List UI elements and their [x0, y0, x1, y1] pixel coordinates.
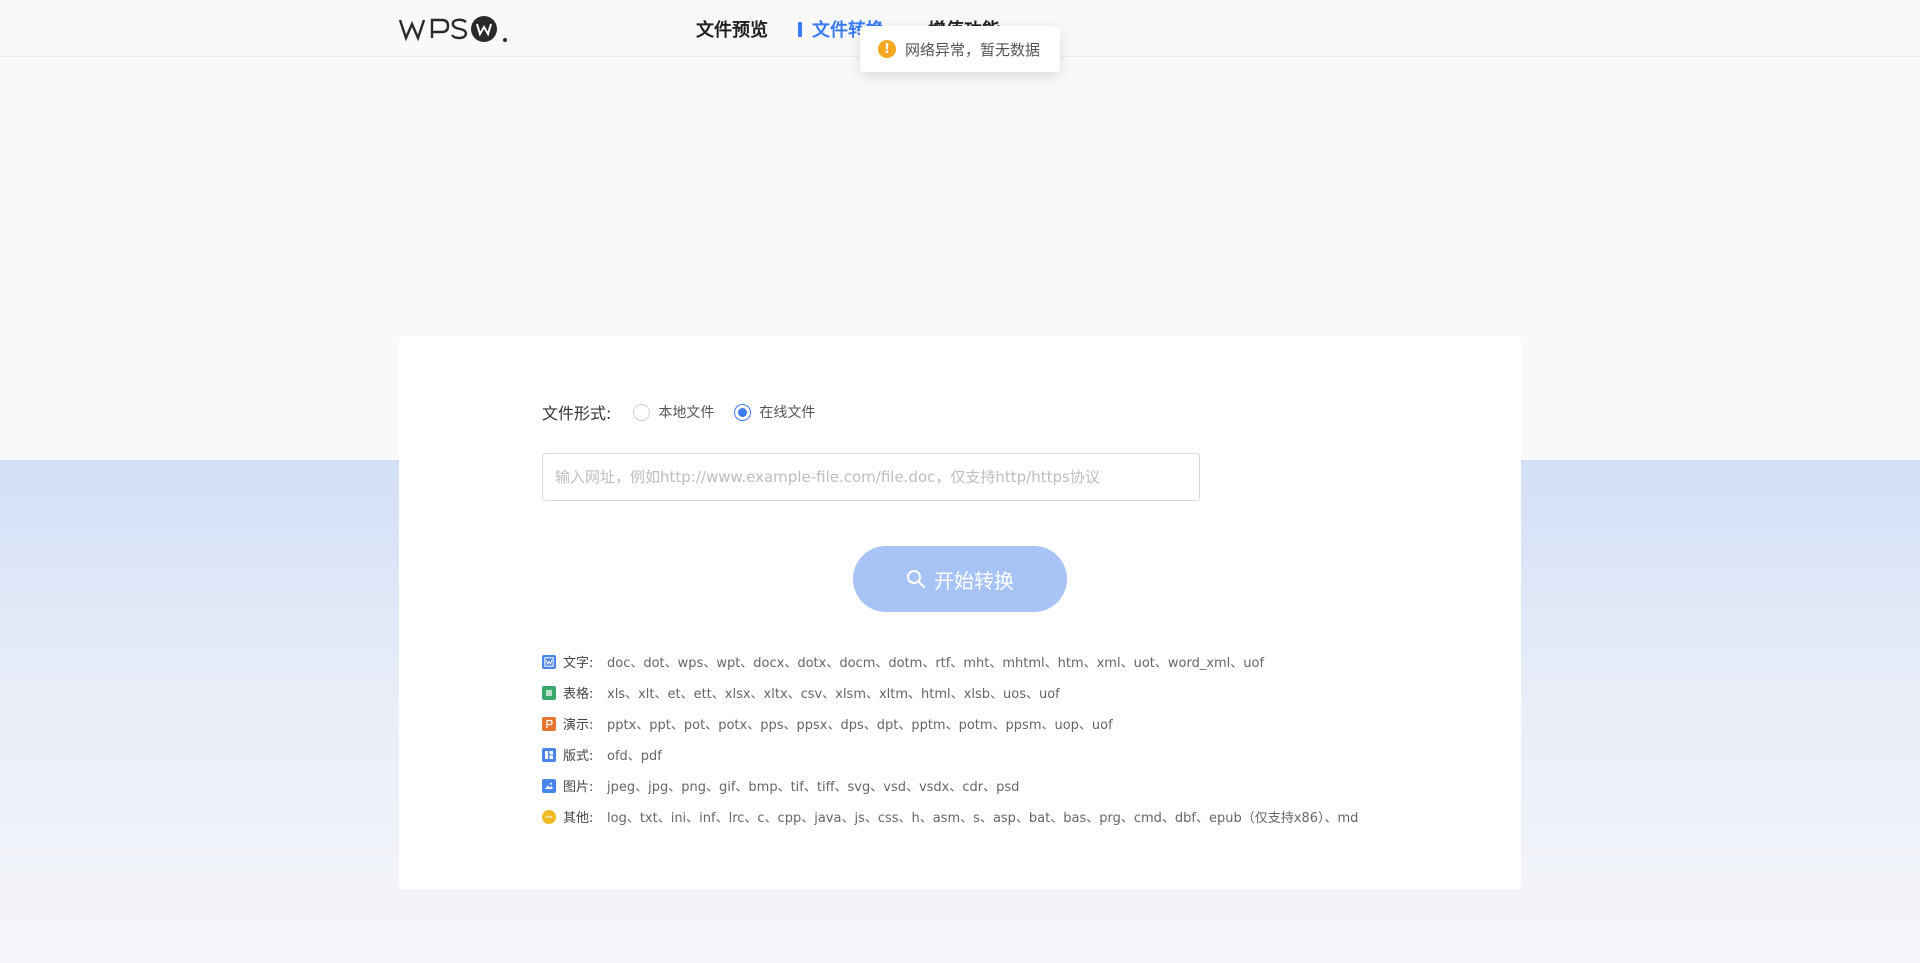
format-list: xls、xlt、et、ett、xlsx、xltx、csv、xlsm、xltm、h…	[607, 687, 1060, 702]
radio-online-circle[interactable]	[734, 403, 752, 421]
toast-message: 网络异常，暂无数据	[905, 40, 1041, 59]
nav-file-preview[interactable]: 文件预览	[696, 16, 768, 42]
format-row-layout: 版式: ofd、pdf	[542, 739, 1358, 770]
format-row-text: 文字: doc、dot、wps、wpt、docx、dotx、docm、dotm、…	[542, 646, 1358, 677]
format-label: 其他:	[563, 811, 594, 826]
format-list: ofd、pdf	[607, 749, 662, 764]
search-icon	[907, 570, 926, 589]
layout-icon	[542, 747, 556, 762]
start-convert-button[interactable]: 开始转换	[853, 546, 1067, 612]
file-form-row: 文件形式: 本地文件 在线文件	[542, 400, 835, 424]
radio-local-file[interactable]: 本地文件	[633, 402, 714, 422]
sheet-icon	[542, 685, 556, 700]
convert-card: 文件形式: 本地文件 在线文件 开始转换 文字: doc、dot、wps、wpt…	[399, 336, 1521, 889]
image-icon	[542, 778, 556, 793]
format-label: 版式:	[563, 749, 594, 764]
radio-local-label: 本地文件	[658, 405, 715, 421]
url-input[interactable]	[542, 453, 1200, 501]
network-error-toast: ! 网络异常，暂无数据	[860, 26, 1060, 72]
format-list: doc、dot、wps、wpt、docx、dotx、docm、dotm、rtf、…	[607, 656, 1265, 671]
word-icon	[542, 654, 556, 669]
format-label: 表格:	[563, 687, 594, 702]
slides-icon	[542, 716, 556, 731]
wps-logo[interactable]	[398, 12, 510, 46]
other-icon	[542, 809, 556, 824]
format-row-image: 图片: jpeg、jpg、png、gif、bmp、tif、tiff、svg、vs…	[542, 770, 1358, 801]
radio-online-label: 在线文件	[759, 405, 816, 421]
format-list: log、txt、ini、inf、lrc、c、cpp、java、js、css、h、…	[607, 811, 1359, 826]
format-row-other: 其他: log、txt、ini、inf、lrc、c、cpp、java、js、cs…	[542, 801, 1358, 832]
format-label: 文字:	[563, 656, 594, 671]
supported-formats: 文字: doc、dot、wps、wpt、docx、dotx、docm、dotm、…	[542, 646, 1358, 832]
format-list: jpeg、jpg、png、gif、bmp、tif、tiff、svg、vsd、vs…	[607, 780, 1020, 795]
warning-icon: !	[878, 40, 896, 58]
format-label: 图片:	[563, 780, 594, 795]
radio-local-circle[interactable]	[633, 403, 651, 421]
radio-online-file[interactable]: 在线文件	[734, 402, 815, 422]
format-list: pptx、ppt、pot、potx、pps、ppsx、dps、dpt、pptm、…	[607, 718, 1113, 733]
start-convert-label: 开始转换	[934, 568, 1014, 593]
format-label: 演示:	[563, 718, 594, 733]
format-row-sheet: 表格: xls、xlt、et、ett、xlsx、xltx、csv、xlsm、xl…	[542, 677, 1358, 708]
format-row-slides: 演示: pptx、ppt、pot、potx、pps、ppsx、dps、dpt、p…	[542, 708, 1358, 739]
file-form-label: 文件形式:	[542, 404, 612, 423]
active-indicator	[798, 22, 802, 37]
